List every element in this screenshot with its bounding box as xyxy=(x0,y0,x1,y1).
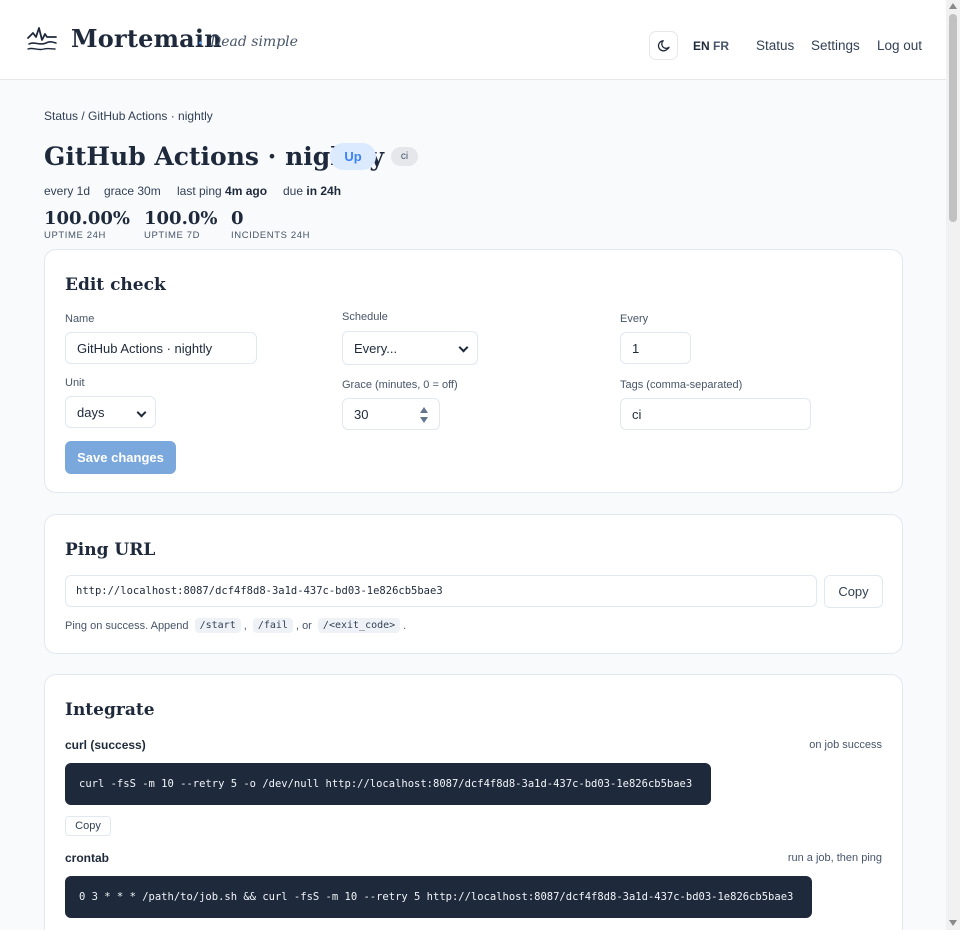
name-label: Name xyxy=(65,313,95,325)
copy-url-button[interactable]: Copy xyxy=(824,575,883,608)
nav-logout-link[interactable]: Log out xyxy=(877,38,922,53)
edit-check-card: Edit check Name GitHub Actions · nightly… xyxy=(44,249,903,493)
ping-url-title: Ping URL xyxy=(65,540,156,560)
every-label: Every xyxy=(620,313,649,325)
stat-uptime-7d-value: 100.0% xyxy=(144,208,218,229)
tags-input[interactable]: ci xyxy=(620,398,811,430)
ping-hint-end: . xyxy=(403,619,407,632)
meta-due-label: due xyxy=(283,184,304,198)
stat-uptime-24h-label: UPTIME 24H xyxy=(44,230,106,241)
grace-label: Grace (minutes, 0 = off) xyxy=(342,379,458,391)
code-block[interactable]: 0 3 * * * /path/to/job.sh && curl -fsS -… xyxy=(65,876,812,918)
code-fail: /fail xyxy=(252,618,293,633)
ping-url-field[interactable]: http://localhost:8087/dcf4f8d8-3a1d-437c… xyxy=(65,575,817,607)
schedule-select[interactable]: Every... xyxy=(342,331,478,365)
meta-last-ping-value: 4m ago xyxy=(225,184,268,198)
stat-uptime-24h-value: 100.00% xyxy=(44,208,130,229)
unit-label: Unit xyxy=(65,377,85,389)
grace-stepper-value: 30 xyxy=(354,406,369,422)
integrate-title: Integrate xyxy=(65,700,155,720)
spinner-arrows-icon[interactable] xyxy=(419,407,429,423)
ping-hint-or: , or xyxy=(295,619,312,632)
tags-label: Tags (comma-separated) xyxy=(620,379,743,391)
theme-toggle-button[interactable] xyxy=(649,31,678,60)
schedule-select-value: Every... xyxy=(354,340,398,356)
stat-incidents-label: INCIDENTS 24H xyxy=(231,230,311,241)
meta-due: due in 24h xyxy=(283,184,341,198)
nav-status-link[interactable]: Status xyxy=(756,38,794,53)
scroll-thumb[interactable] xyxy=(949,14,957,222)
code-exit: /<exit_code> xyxy=(317,618,401,633)
meta-every: every 1d xyxy=(44,184,91,198)
nav-settings-link[interactable]: Settings xyxy=(811,38,860,53)
every-input[interactable]: 1 xyxy=(620,332,691,364)
meta-due-value: in 24h xyxy=(306,184,342,198)
page-scrollbar[interactable] xyxy=(946,0,960,930)
tag-chip: ci xyxy=(391,147,418,166)
scroll-down-arrow-icon[interactable] xyxy=(949,920,957,926)
code-block[interactable]: curl -fsS -m 10 --retry 5 -o /dev/null h… xyxy=(65,763,711,805)
grace-stepper[interactable]: 30 xyxy=(342,398,440,430)
edit-check-title: Edit check xyxy=(65,275,166,295)
ping-hint: Ping on success. Append /start , /fail ,… xyxy=(65,618,406,633)
brand-tagline: Dead simple xyxy=(210,34,298,50)
chevron-down-icon xyxy=(458,342,469,353)
integrate-card: Integrate curl (success) on job success … xyxy=(44,674,903,930)
integration-label: crontab xyxy=(65,851,110,865)
integration-note: on job success xyxy=(809,739,882,751)
stat-incidents-value: 0 xyxy=(231,208,244,229)
top-bar: Mortemain . Dead simple EN FR Status Set… xyxy=(0,0,946,80)
integration-label: curl (success) xyxy=(65,738,146,752)
ping-hint-text: Ping on success. Append xyxy=(65,619,189,632)
unit-select-value: days xyxy=(77,404,105,420)
meta-last-ping: last ping 4m ago xyxy=(177,184,267,198)
moon-icon xyxy=(657,39,670,51)
brand-dot: . xyxy=(197,25,204,50)
schedule-label: Schedule xyxy=(342,311,388,323)
code-start: /start xyxy=(194,618,241,633)
status-badge: Up xyxy=(330,143,376,170)
ping-hint-comma: , xyxy=(243,619,247,632)
name-input[interactable]: GitHub Actions · nightly xyxy=(65,332,257,364)
meta-last-ping-label: last ping xyxy=(177,184,222,198)
wave-hand-logo-icon xyxy=(27,27,57,51)
language-fr-button[interactable]: FR xyxy=(713,39,729,53)
breadcrumb[interactable]: Status / GitHub Actions · nightly xyxy=(44,109,213,123)
language-en-button[interactable]: EN xyxy=(693,39,710,53)
save-changes-button[interactable]: Save changes xyxy=(65,441,176,474)
scroll-up-arrow-icon[interactable] xyxy=(949,3,957,9)
copy-code-button[interactable]: Copy xyxy=(65,816,111,836)
chevron-down-icon xyxy=(136,407,147,418)
integration-note: run a job, then ping xyxy=(787,852,882,864)
ping-url-card: Ping URL http://localhost:8087/dcf4f8d8-… xyxy=(44,514,903,654)
meta-grace: grace 30m xyxy=(104,184,161,198)
unit-select[interactable]: days xyxy=(65,396,156,428)
stat-uptime-7d-label: UPTIME 7D xyxy=(144,230,201,241)
